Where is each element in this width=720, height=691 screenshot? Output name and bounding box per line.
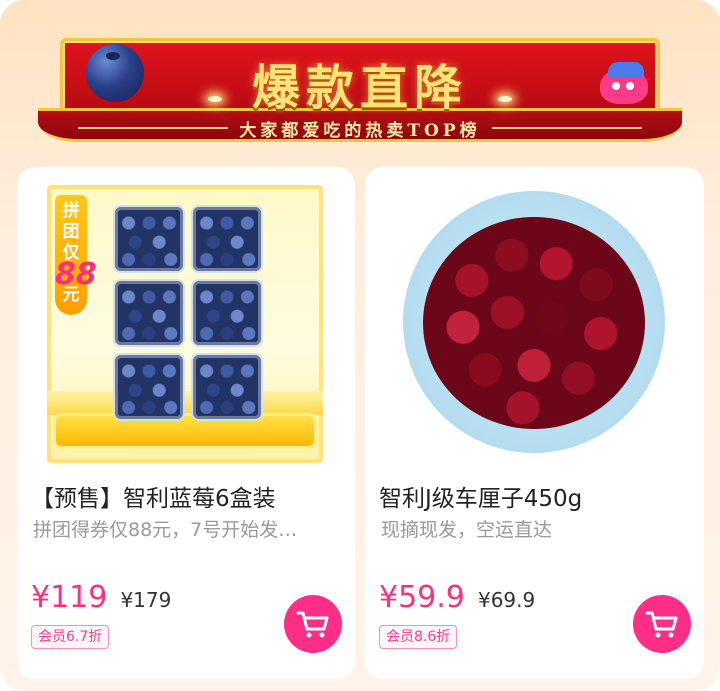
group-buy-tag: 拼 团 仅 88 元	[55, 195, 97, 315]
price-row: ¥59.9 ¥69.9	[379, 580, 535, 615]
product-name[interactable]: 【预售】智利蓝莓6盒装	[31, 479, 276, 513]
cherries	[423, 217, 645, 429]
sale-price: ¥119	[31, 580, 108, 615]
banner-title: 爆款直降	[251, 60, 468, 116]
promo-banner: 爆款直降 大家都爱吃的热卖TOP榜	[38, 30, 682, 148]
shopping-cart-icon	[296, 611, 329, 638]
member-discount-badge: 会员6.7折	[31, 625, 110, 649]
sale-price: ¥59.9	[379, 580, 465, 615]
blueberry-boxes	[113, 205, 263, 421]
product-description: 拼团得券仅88元，7号开始发…	[33, 519, 298, 541]
original-price: ¥179	[120, 588, 172, 612]
blueberry-box	[191, 279, 263, 347]
display-stage	[53, 413, 317, 449]
blueberry-box	[113, 353, 185, 421]
banner-subtitle: 大家都爱吃的热卖TOP榜	[239, 121, 481, 141]
blueberry-box	[113, 205, 185, 273]
blueberry-box	[113, 279, 185, 347]
product-description: 现摘现发，空运直达	[381, 519, 553, 541]
blueberry-box	[191, 205, 263, 273]
add-to-cart-button[interactable]	[284, 595, 342, 653]
product-name[interactable]: 智利J级车厘子450g	[379, 479, 582, 513]
price-row: ¥119 ¥179	[31, 580, 171, 615]
original-price: ¥69.9	[477, 588, 536, 612]
product-card-blueberry[interactable]: 拼 团 仅 88 元 【预售】智利蓝莓6盒装 拼团得券仅88元，7号开始发… ¥…	[17, 167, 355, 679]
promo-panel: 爆款直降 大家都爱吃的热卖TOP榜 拼 团 仅 88 元 【预售】智利蓝莓6盒装…	[0, 0, 720, 691]
shopping-cart-icon	[645, 611, 678, 638]
product-image[interactable]	[395, 181, 675, 463]
product-image[interactable]: 拼 团 仅 88 元	[47, 185, 323, 463]
product-card-cherry[interactable]: 智利J级车厘子450g 现摘现发，空运直达 ¥59.9 ¥69.9 会员8.6折	[365, 167, 704, 679]
add-to-cart-button[interactable]	[633, 595, 691, 653]
member-discount-badge: 会员8.6折	[379, 625, 458, 649]
blueberry-box	[191, 353, 263, 421]
